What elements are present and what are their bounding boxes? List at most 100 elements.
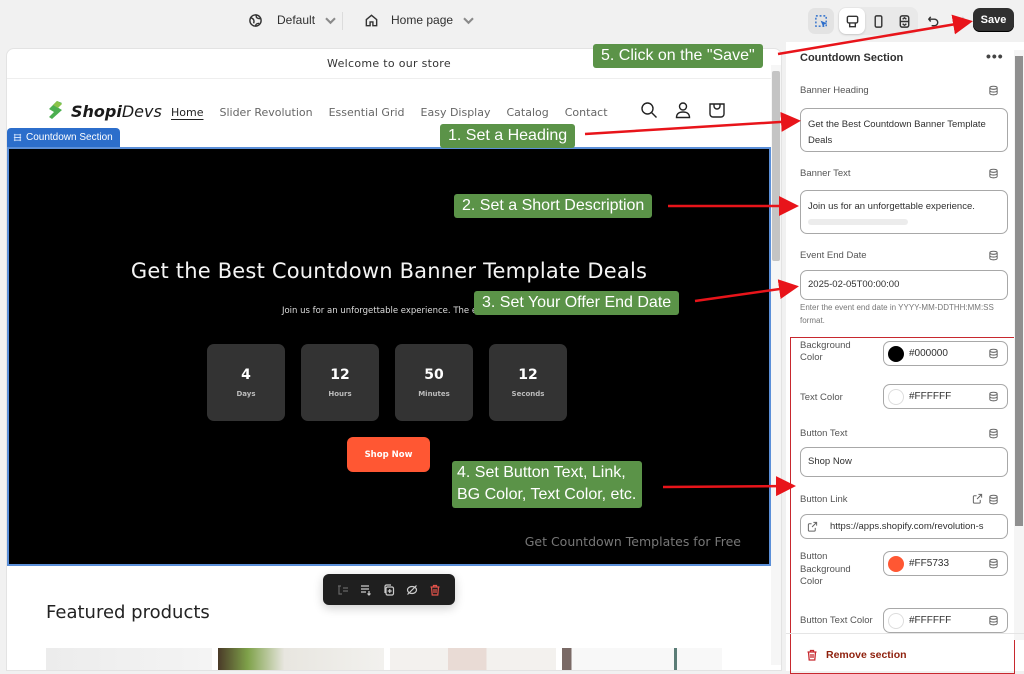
button-text-label: Button Text [800, 428, 848, 439]
button-bg-color-picker[interactable]: #FF5733 [883, 551, 1008, 576]
color-swatch[interactable] [888, 388, 904, 405]
button-bg-color-value: #FF5733 [909, 558, 950, 569]
event-end-date-help: Enter the event end date in YYYY-MM-DDTH… [800, 303, 994, 325]
panel-title: Countdown Section [800, 52, 904, 64]
dynamic-source-icon[interactable] [988, 168, 999, 179]
dynamic-source-icon[interactable] [988, 85, 999, 96]
product-grid [46, 648, 722, 670]
editor-topbar: Default Home page Save [0, 0, 1024, 42]
dynamic-source-icon[interactable] [988, 494, 999, 505]
background-color-picker[interactable]: #000000 [883, 341, 1008, 366]
countdown-banner[interactable]: Get the Best Countdown Banner Template D… [7, 147, 771, 566]
remove-section-button[interactable]: Remove section [806, 649, 907, 661]
inspect-icon [814, 14, 827, 27]
inspect-button[interactable] [808, 8, 834, 34]
banner-heading-input[interactable]: Get the Best Countdown Banner Template D… [800, 108, 1008, 152]
external-link-icon[interactable] [972, 493, 983, 504]
move-up-icon[interactable] [337, 584, 349, 596]
product-image[interactable] [218, 648, 384, 670]
dynamic-source-icon[interactable] [988, 391, 999, 402]
nav-contact[interactable]: Contact [565, 106, 608, 119]
timer-value: 50 [424, 367, 444, 383]
event-end-date-input[interactable]: 2025-02-05T00:00:00 [800, 270, 1008, 300]
redo-button[interactable] [946, 8, 972, 34]
panel-scrollbar[interactable] [1014, 50, 1024, 640]
desktop-icon [846, 15, 858, 27]
text-color-label: Text Color [800, 392, 843, 403]
globe-icon [249, 13, 262, 27]
page-select-label: Home page [391, 13, 454, 27]
featured-products-title: Featured products [46, 602, 210, 623]
dynamic-source-icon[interactable] [988, 250, 999, 261]
callout-step-4: 4. Set Button Text, Link, BG Color, Text… [452, 461, 643, 508]
desktop-view-button[interactable] [839, 8, 865, 34]
hide-icon[interactable] [406, 584, 418, 596]
theme-select[interactable]: Default [248, 10, 338, 30]
trash-icon [807, 649, 817, 661]
search-icon[interactable] [639, 100, 659, 120]
button-link-label: Button Link [800, 494, 848, 505]
timer-label: Seconds [511, 390, 545, 398]
page-select[interactable]: Home page [364, 10, 476, 30]
nav-slider-revolution[interactable]: Slider Revolution [219, 106, 312, 119]
nav-essential-grid[interactable]: Essential Grid [329, 106, 405, 119]
countdown-timer: 4 Days 12 Hours 50 Minutes 12 Seconds [207, 344, 567, 421]
product-image[interactable] [562, 648, 722, 670]
section-tag[interactable]: Countdown Section [7, 128, 120, 147]
dynamic-source-icon[interactable] [988, 428, 999, 439]
nav-home[interactable]: Home [171, 106, 203, 119]
color-swatch[interactable] [888, 345, 904, 362]
external-link-icon [807, 521, 818, 532]
panel-scrollbar-thumb[interactable] [1015, 56, 1023, 526]
cart-icon[interactable] [707, 100, 727, 120]
text-color-picker[interactable]: #FFFFFF [883, 384, 1008, 409]
color-swatch[interactable] [888, 555, 904, 572]
timer-days: 4 Days [207, 344, 285, 421]
preview-scrollbar-thumb[interactable] [772, 71, 780, 261]
dynamic-source-icon[interactable] [988, 615, 999, 626]
timer-value: 12 [518, 367, 538, 383]
settings-panel: Countdown Section ••• Banner Heading Get… [786, 42, 1024, 674]
timer-hours: 12 Hours [301, 344, 379, 421]
dynamic-source-icon[interactable] [988, 558, 999, 569]
preview-scrollbar[interactable] [771, 65, 781, 665]
button-link-value: https://apps.shopify.com/revolution-s [830, 520, 984, 532]
mobile-view-button[interactable] [865, 8, 891, 34]
timer-label: Hours [328, 390, 352, 398]
delete-icon[interactable] [429, 584, 441, 596]
button-text-color-picker[interactable]: #FFFFFF [883, 608, 1008, 633]
section-toolbar [323, 574, 455, 605]
shop-now-button[interactable]: Shop Now [347, 437, 430, 472]
move-down-icon[interactable] [360, 584, 372, 596]
banner-text-label: Banner Text [800, 168, 851, 179]
timer-label: Days [236, 390, 256, 398]
nav-easy-display[interactable]: Easy Display [421, 106, 491, 119]
banner-text-input[interactable]: Join us for an unforgettable experience. [800, 190, 1008, 234]
fullwidth-view-button[interactable] [891, 8, 917, 34]
text-color-value: #FFFFFF [909, 391, 952, 402]
remove-section-label: Remove section [826, 649, 907, 661]
color-swatch[interactable] [888, 612, 904, 629]
timer-minutes: 50 Minutes [395, 344, 473, 421]
account-icon[interactable] [673, 100, 693, 120]
button-link-input[interactable]: https://apps.shopify.com/revolution-s [800, 514, 1008, 539]
product-image[interactable] [46, 648, 212, 670]
section-icon [13, 133, 22, 142]
shopidevs-logo-icon [49, 101, 62, 119]
duplicate-icon[interactable] [383, 583, 395, 596]
store-logo[interactable]: ShopiDevs [45, 100, 162, 122]
chevron-down-icon [463, 17, 474, 24]
save-button[interactable]: Save [973, 8, 1014, 32]
product-image[interactable] [390, 648, 556, 670]
undo-icon [927, 15, 938, 26]
banner-heading-label: Banner Heading [800, 85, 869, 96]
more-options-button[interactable]: ••• [986, 48, 1004, 64]
callout-step-4-line-2: BG Color, Text Color, etc. [457, 486, 637, 503]
nav-catalog[interactable]: Catalog [507, 106, 549, 119]
home-icon [365, 13, 378, 26]
callout-step-5: 5. Click on the "Save" [593, 44, 763, 68]
undo-button[interactable] [920, 8, 946, 34]
button-text-input[interactable]: Shop Now [800, 447, 1008, 477]
dynamic-source-icon[interactable] [988, 348, 999, 359]
banner-text-value: Join us for an unforgettable experience. [808, 201, 975, 212]
